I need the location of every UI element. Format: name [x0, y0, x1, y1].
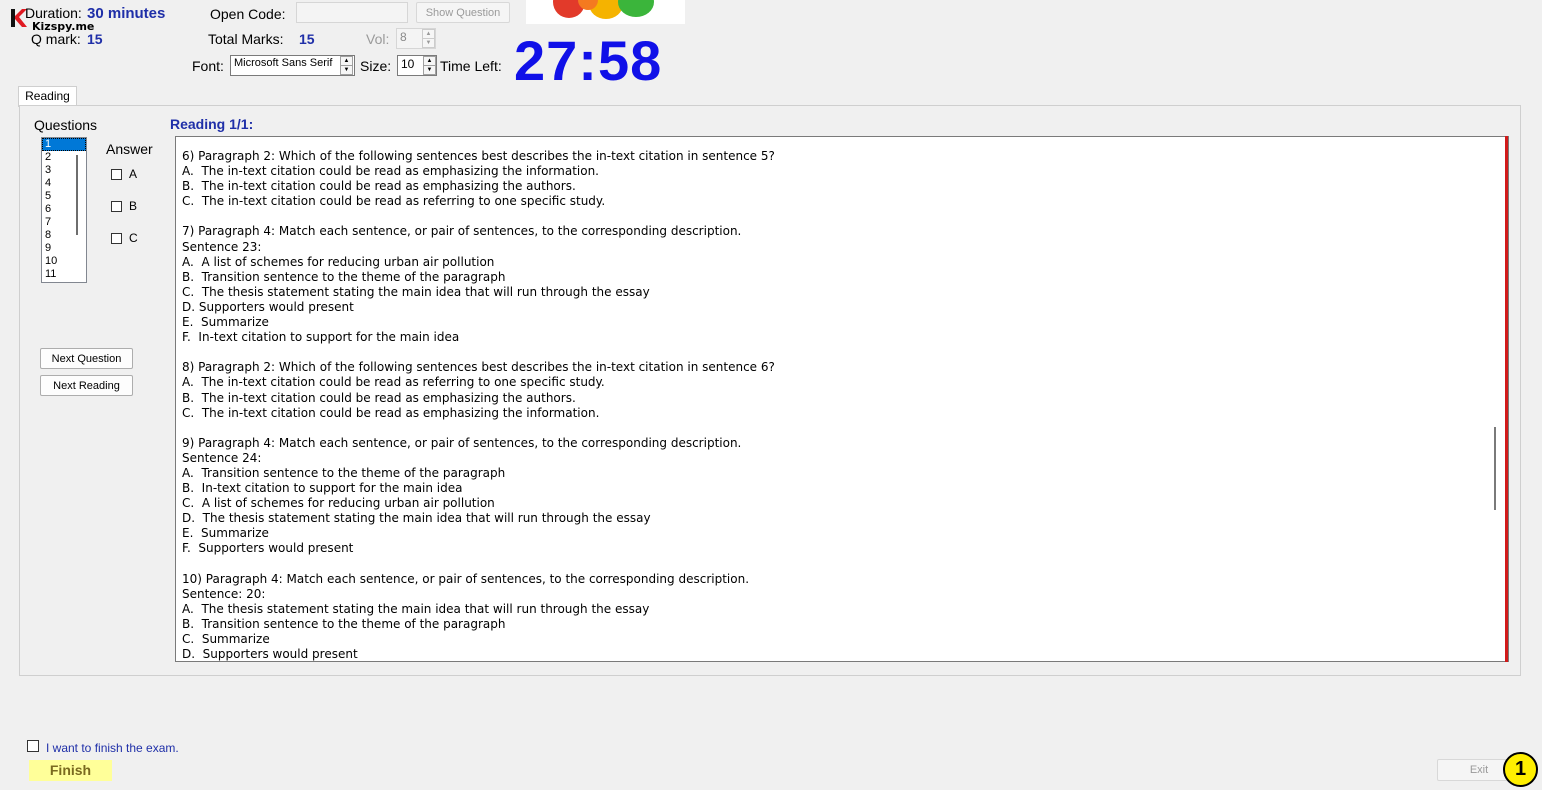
show-question-button[interactable]: Show Question — [416, 2, 510, 23]
duration-value: 30 minutes — [87, 5, 166, 22]
answer-checkbox-a[interactable] — [111, 169, 122, 180]
reading-line: 6) Paragraph 2: Which of the following s… — [182, 149, 775, 163]
reading-red-border — [1505, 136, 1508, 662]
reading-line: A. A list of schemes for reducing urban … — [182, 254, 495, 269]
reading-line: F. In-text citation to support for the m… — [182, 330, 460, 345]
reading-line: 8) Paragraph 2: Which of the following s… — [182, 360, 775, 375]
reading-line: 9) Paragraph 4: Match each sentence, or … — [182, 435, 742, 450]
reading-line: E. Summarize — [182, 315, 269, 330]
questions-scrollbar[interactable] — [76, 155, 78, 235]
reading-title: Reading 1/1: — [170, 116, 254, 132]
answer-checkbox-c[interactable] — [111, 233, 122, 244]
reading-line: B. In-text citation to support for the m… — [182, 481, 463, 496]
reading-line: C. The in-text citation could be read as… — [182, 405, 600, 420]
reading-line: C. A list of schemes for reducing urban … — [182, 496, 495, 511]
reading-content: 6) Paragraph 2: Which of the following s… — [182, 149, 1472, 662]
font-label: Font: — [192, 58, 224, 74]
questions-heading: Questions — [34, 117, 98, 133]
question-item-11[interactable]: 11 — [42, 268, 86, 281]
question-item-2[interactable]: 2 — [42, 151, 86, 164]
answer-checkbox-b[interactable] — [111, 201, 122, 212]
reading-line: D. Supporters would present — [182, 647, 358, 662]
qmark-label: Q mark: — [31, 31, 81, 47]
question-item-10[interactable]: 10 — [42, 255, 86, 268]
question-item-7[interactable]: 7 — [42, 216, 86, 229]
reading-text-area[interactable]: 6) Paragraph 2: Which of the following s… — [175, 136, 1509, 662]
tab-reading[interactable]: Reading — [18, 86, 77, 107]
header-image — [526, 0, 685, 24]
reading-line: A. Transition sentence to the theme of t… — [182, 465, 506, 480]
font-select[interactable]: Microsoft Sans Serif — [230, 55, 355, 76]
total-marks-label: Total Marks: — [208, 31, 284, 47]
reading-line: D. The thesis statement stating the main… — [182, 511, 651, 526]
open-code-label: Open Code: — [210, 6, 286, 22]
reading-line: B. Transition sentence to the theme of t… — [182, 616, 506, 631]
questions-list[interactable]: 1 2 3 4 5 6 7 8 9 10 11 — [41, 137, 87, 283]
reading-line — [182, 345, 1472, 360]
finish-exam-label: I want to finish the exam. — [46, 741, 179, 755]
reading-line: F. Supporters would present — [182, 541, 354, 556]
step-badge: 1 — [1503, 752, 1538, 787]
reading-line: C. The in-text citation could be read as… — [182, 194, 606, 209]
reading-line: C. The thesis statement stating the main… — [182, 284, 650, 299]
next-question-button[interactable]: Next Question — [40, 348, 133, 369]
time-left-label: Time Left: — [440, 58, 502, 74]
question-item-4[interactable]: 4 — [42, 177, 86, 190]
finish-button[interactable]: Finish — [29, 760, 112, 781]
question-item-5[interactable]: 5 — [42, 190, 86, 203]
reading-line: B. The in-text citation could be read as… — [182, 390, 576, 405]
size-down-icon[interactable]: ▼ — [423, 65, 436, 75]
answer-label-c: C — [129, 231, 138, 245]
total-marks-value: 15 — [299, 31, 315, 47]
timer-display: 27:58 — [514, 29, 663, 92]
reading-line: B. Transition sentence to the theme of t… — [182, 269, 506, 284]
vol-down-icon[interactable]: ▼ — [422, 38, 435, 48]
answer-label-a: A — [129, 167, 138, 181]
reading-line — [182, 421, 1472, 436]
reading-line: Sentence 23: — [182, 239, 262, 254]
reading-line: Sentence: 20: — [182, 586, 266, 601]
reading-line: A. The thesis statement stating the main… — [182, 601, 650, 616]
reading-line: 7) Paragraph 4: Match each sentence, or … — [182, 224, 742, 239]
open-code-input[interactable] — [296, 2, 408, 23]
font-down-icon[interactable]: ▼ — [340, 65, 353, 75]
finish-exam-checkbox[interactable] — [27, 740, 39, 752]
qmark-value: 15 — [87, 31, 103, 47]
reading-line: C. Summarize — [182, 632, 270, 646]
reading-line: D. Supporters would present — [182, 299, 354, 314]
reading-scrollbar-thumb[interactable] — [1494, 427, 1496, 510]
reading-line: Sentence 24: — [182, 450, 262, 465]
question-item-1[interactable]: 1 — [42, 138, 86, 151]
size-label: Size: — [360, 58, 392, 74]
duration-label: Duration: — [25, 5, 82, 21]
next-reading-button[interactable]: Next Reading — [40, 375, 133, 396]
reading-line: 10) Paragraph 4: Match each sentence, or… — [182, 571, 750, 586]
question-item-3[interactable]: 3 — [42, 164, 86, 177]
question-item-6[interactable]: 6 — [42, 203, 86, 216]
reading-line: B. The in-text citation could be read as… — [182, 179, 576, 194]
reading-line: A. The in-text citation could be read as… — [182, 164, 599, 179]
reading-line: A. The in-text citation could be read as… — [182, 375, 605, 390]
reading-line — [182, 557, 1472, 572]
question-item-8[interactable]: 8 — [42, 229, 86, 242]
vol-label: Vol: — [366, 31, 390, 47]
answer-label-b: B — [129, 199, 138, 213]
reading-line — [182, 209, 1472, 224]
reading-line: E. Summarize — [182, 526, 269, 541]
question-item-9[interactable]: 9 — [42, 242, 86, 255]
answer-heading: Answer — [106, 141, 153, 157]
fruit-image-icon — [553, 0, 654, 19]
